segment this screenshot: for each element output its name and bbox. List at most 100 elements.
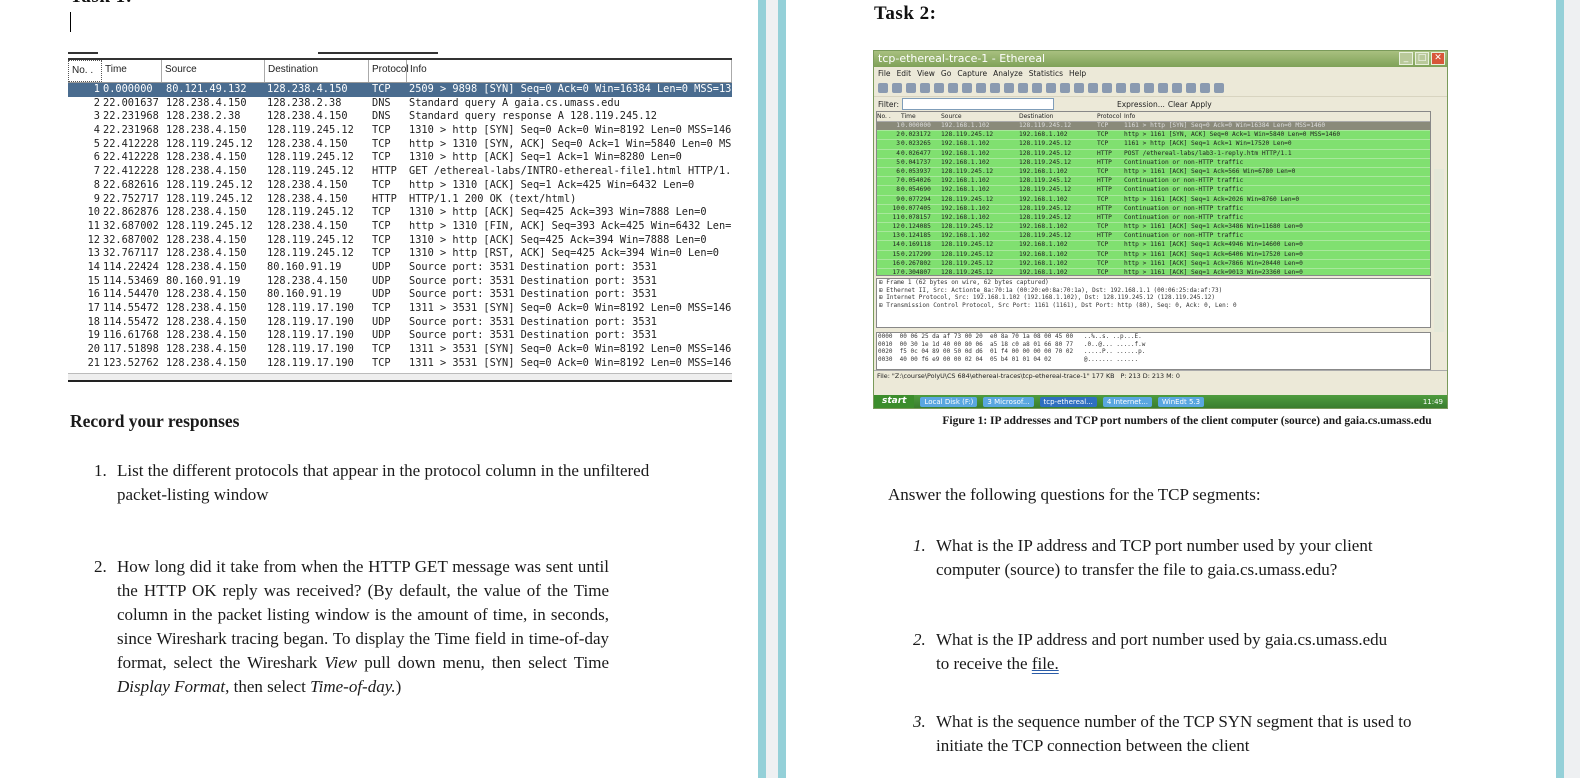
file-link[interactable]: file. bbox=[1032, 654, 1059, 673]
text-cursor bbox=[70, 12, 71, 32]
packet-protocol: UDP bbox=[372, 274, 391, 287]
detail-line: ⊞ Ethernet II, Src: Actionte_8a:70:1a (0… bbox=[879, 286, 1223, 294]
packet-number: 15 bbox=[87, 274, 100, 287]
packet-protocol: TCP bbox=[372, 124, 391, 137]
packet-row: 14 114.22424 128.238.4.150 80.160.91.19 UDP S… bbox=[68, 261, 732, 275]
taskbar-item: tcp-ethereal... bbox=[1039, 396, 1097, 407]
packet-info: 1310 > http [ACK] Seq=425 Ack=393 Win=78… bbox=[409, 206, 707, 219]
packet-number: 7 bbox=[93, 165, 100, 178]
left-document-page: Task 1: No. . Time Source Destination Pr… bbox=[0, 0, 758, 778]
packet-destination: 192.168.1.102 bbox=[1019, 250, 1068, 258]
minimize-icon: _ bbox=[1399, 52, 1413, 65]
task1-title: Task 1: bbox=[70, 0, 132, 8]
packet-protocol: TCP bbox=[372, 233, 391, 246]
packet-info: http > 1161 [ACK] Seq=1 Ack=9013 Win=233… bbox=[1124, 269, 1303, 276]
packet-protocol: TCP bbox=[1097, 269, 1109, 276]
packet-info: Continuation or non-HTTP traffic bbox=[1124, 204, 1244, 212]
packet-time: 0.077405 bbox=[901, 204, 931, 212]
packet-time: 123.52762 bbox=[103, 356, 159, 369]
packet-list-header: No. . Time Source Destination Protocol I… bbox=[68, 60, 732, 83]
task2-question-3: 3. What is the sequence number of the TC… bbox=[913, 710, 1416, 758]
packet-protocol: UDP bbox=[372, 288, 391, 301]
packet-row: 11 32.687002 128.119.245.12 128.238.4.150 TC… bbox=[68, 220, 732, 234]
packet-info: 1310 > http [ACK] Seq=425 Ack=394 Win=78… bbox=[409, 233, 707, 246]
column-time: Time bbox=[901, 113, 916, 120]
packet-protocol: TCP bbox=[1097, 122, 1109, 129]
packet-info: http > 1161 [ACK] Seq=1 Ack=566 Win=6780… bbox=[1124, 167, 1296, 175]
packet-info: 1311 > 3531 [SYN] Seq=0 Ack=0 Win=8192 L… bbox=[409, 343, 732, 356]
packet-number: 4 bbox=[896, 149, 900, 157]
packet-protocol: TCP bbox=[372, 83, 391, 95]
taskbar-item: Local Disk (F:) bbox=[920, 396, 978, 407]
packet-info: Standard query response A 128.119.245.12 bbox=[409, 110, 657, 123]
packet-time: 114.22424 bbox=[103, 260, 159, 273]
packet-number: 18 bbox=[87, 315, 100, 328]
packet-source: 128.238.4.150 bbox=[166, 260, 247, 273]
packet-protocol: UDP bbox=[372, 329, 391, 342]
packet-row: 8 0.054690 192.168.1.102 128.119.245.12 HTTP… bbox=[877, 186, 1430, 196]
filter-bar: Filter: Expression... Clear Apply bbox=[874, 97, 1447, 111]
tcp-questions-intro: Answer the following questions for the T… bbox=[888, 485, 1261, 504]
apply-button: Apply bbox=[1190, 99, 1212, 109]
packet-protocol: TCP bbox=[372, 178, 391, 191]
packet-number: 8 bbox=[896, 186, 900, 194]
packet-destination: 192.168.1.102 bbox=[1019, 195, 1068, 203]
packet-source: 128.238.4.150 bbox=[166, 302, 247, 314]
time-of-day-term: Time-of-day. bbox=[310, 677, 396, 696]
question-text: What is the IP address and TCP port numb… bbox=[936, 536, 1373, 579]
column-source: Source bbox=[162, 60, 265, 82]
packet-number: 16 bbox=[892, 259, 900, 267]
hex-line: 0010 00 30 1e 1d 40 00 80 06 a5 18 c0 a8… bbox=[878, 340, 1146, 348]
packet-source: 128.119.245.12 bbox=[166, 219, 253, 232]
question-number: 1. bbox=[913, 536, 926, 555]
packet-row: 6 0.053937 128.119.245.12 192.168.1.102 TCP h… bbox=[877, 167, 1430, 178]
pane-splitter bbox=[68, 373, 732, 382]
filter-label: Filter: bbox=[878, 99, 899, 109]
packet-number: 20 bbox=[87, 343, 100, 356]
packet-source: 128.119.245.12 bbox=[941, 167, 994, 175]
packet-protocol: UDP bbox=[372, 315, 391, 328]
packet-number: 13 bbox=[892, 232, 900, 240]
packet-row: 2 22.001637 128.238.4.150 128.238.2.38 DNS St… bbox=[68, 97, 732, 111]
packet-destination: 128.119.245.12 bbox=[1019, 204, 1072, 212]
packet-destination: 128.119.17.190 bbox=[267, 329, 354, 342]
packet-source: 192.168.1.102 bbox=[941, 177, 990, 185]
packet-destination: 128.119.245.12 bbox=[267, 233, 354, 246]
packet-row: 4 0.026477 192.168.1.102 128.119.245.12 HTTP… bbox=[877, 149, 1430, 159]
packet-details-pane: ⊞ Frame 1 (62 bytes on wire, 62 bytes ca… bbox=[876, 278, 1431, 328]
packet-row: 9 22.752717 128.119.245.12 128.238.4.150 HTT… bbox=[68, 193, 732, 207]
question-number: 2. bbox=[913, 630, 926, 649]
menu-file: File bbox=[878, 69, 891, 78]
menu-view: View bbox=[917, 69, 935, 78]
packet-time: 32.767117 bbox=[103, 247, 159, 260]
packet-destination: 128.119.245.12 bbox=[1019, 232, 1072, 240]
packet-info: http > 1161 [ACK] Seq=1 Ack=2026 Win=876… bbox=[1124, 195, 1300, 203]
detail-line: ⊞ Transmission Control Protocol, Src Por… bbox=[879, 301, 1237, 309]
packet-rows: 1 0.000000 192.168.1.102 128.119.245.12 TCP 1… bbox=[877, 122, 1430, 276]
packet-protocol: HTTP bbox=[1097, 204, 1112, 212]
column-info: Info bbox=[1124, 113, 1136, 120]
window-title: tcp-ethereal-trace-1 - Ethereal bbox=[878, 52, 1046, 65]
packet-number: 2 bbox=[93, 96, 100, 109]
packet-number: 1 bbox=[93, 83, 100, 95]
packet-destination: 80.160.91.19 bbox=[267, 288, 342, 301]
packet-destination: 128.119.245.12 bbox=[267, 151, 354, 164]
packet-destination: 128.238.4.150 bbox=[267, 83, 348, 95]
packet-destination: 128.119.245.12 bbox=[1019, 186, 1072, 194]
display-format-term: Display Format bbox=[117, 677, 226, 696]
packet-source: 128.238.4.150 bbox=[166, 329, 247, 342]
packet-time: 22.412228 bbox=[103, 165, 159, 178]
packet-row: 2 0.023172 128.119.245.12 192.168.1.102 TCP h… bbox=[877, 131, 1430, 141]
packet-destination: 192.168.1.102 bbox=[1019, 167, 1068, 175]
packet-time: 22.862876 bbox=[103, 206, 159, 219]
packet-time: 0.053937 bbox=[901, 167, 931, 175]
column-no: No. . bbox=[68, 60, 102, 82]
menu-help: Help bbox=[1069, 69, 1087, 78]
detail-text: Ethernet II, Src: Actionte_8a:70:1a (00:… bbox=[886, 286, 1223, 294]
packet-info: GET /ethereal-labs/INTRO-ethereal-file1.… bbox=[409, 165, 732, 178]
packet-destination: 192.168.1.102 bbox=[1019, 223, 1068, 231]
packet-destination: 128.238.4.150 bbox=[267, 192, 348, 205]
packet-info: Source port: 3531 Destination port: 3531 bbox=[409, 329, 657, 342]
question-number: 3. bbox=[913, 712, 926, 731]
taskbar-clock: 11:49 bbox=[1422, 397, 1443, 406]
